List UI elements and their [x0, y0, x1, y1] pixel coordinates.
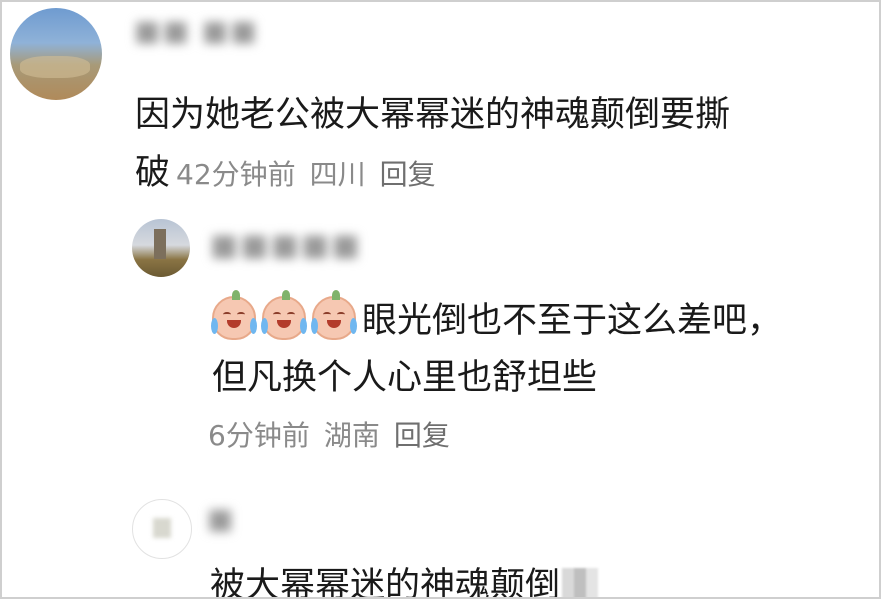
- reply-button[interactable]: 回复: [380, 158, 436, 191]
- reply-text-line1: 被大幂幂迷的神魂颠倒: [210, 557, 599, 599]
- comment-text-line2-text: 破: [135, 153, 171, 193]
- reply-meta: 6分钟前 湖南 回复: [208, 414, 450, 454]
- comment-location: 四川: [309, 158, 366, 191]
- comment-thread: ■■ ■■ 因为她老公被大幂幂迷的神魂颠倒要撕 破 42分钟前 四川 回复 ■■■■■…: [0, 0, 881, 599]
- reply-text-line1: 眼光倒也不至于这么差吧，: [211, 289, 783, 343]
- reply-location: 湖南: [323, 419, 380, 452]
- reply-text-line1-text: 眼光倒也不至于这么差吧，: [362, 301, 783, 341]
- reply-text-line2: 但凡换个人心里也舒坦些: [212, 358, 598, 398]
- reply-text-line1-text: 被大幂幂迷的神魂颠倒: [210, 566, 561, 599]
- crying-face-emoji: [211, 289, 257, 340]
- username-blurred[interactable]: ■■■■■: [210, 228, 362, 263]
- crying-face-emoji: [311, 289, 357, 340]
- avatar[interactable]: [10, 8, 102, 100]
- avatar[interactable]: [132, 499, 192, 559]
- username-blurred[interactable]: ■■ ■■: [134, 14, 259, 47]
- username-blurred[interactable]: ■: [207, 502, 235, 535]
- comment-text-line1: 因为她老公被大幂幂迷的神魂颠倒要撕: [135, 95, 731, 135]
- comment-text-line2: 破 42分钟前 四川 回复: [135, 144, 436, 195]
- comment-time: 42分钟前: [176, 158, 296, 191]
- reply-time: 6分钟前: [208, 419, 310, 452]
- reply-button[interactable]: 回复: [394, 419, 450, 452]
- avatar[interactable]: [132, 219, 190, 277]
- mosaic-redaction: [562, 568, 599, 597]
- comment-meta: 42分钟前 四川 回复: [176, 158, 436, 191]
- crying-face-emoji: [261, 289, 307, 340]
